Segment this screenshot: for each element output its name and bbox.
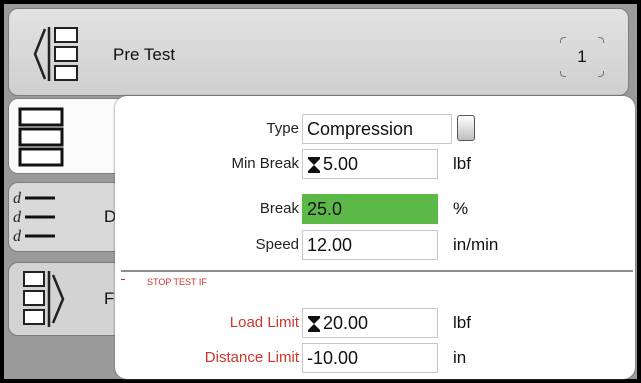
min-break-input[interactable]: 5.00 — [302, 149, 438, 179]
min-break-row: Min Break 5.00 lbf — [115, 149, 635, 179]
speed-label: Speed — [255, 236, 299, 253]
test-settings-panel: Type Compression Min Break 5.00 lbf Brea… — [115, 96, 635, 379]
type-select[interactable]: Compression — [302, 114, 452, 144]
section-dash — [121, 279, 125, 280]
svg-text:d: d — [13, 209, 22, 226]
type-dropdown-button[interactable] — [457, 115, 475, 141]
distance-limit-row: Distance Limit -10.00 in — [115, 343, 635, 373]
load-limit-row: Load Limit 20.00 lbf — [115, 308, 635, 338]
load-limit-unit: lbf — [453, 313, 471, 332]
type-row: Type Compression — [115, 114, 635, 144]
spinner-icon — [308, 316, 320, 333]
speed-input[interactable]: 12.00 — [302, 230, 438, 260]
page-number: 1 — [577, 47, 587, 66]
forward-list-icon — [23, 271, 65, 327]
back-list-icon[interactable] — [31, 23, 91, 85]
stop-test-if-heading: STOP TEST IF — [147, 277, 207, 287]
break-label: Break — [259, 200, 299, 217]
break-unit: % — [453, 199, 469, 218]
list-item-label: F — [104, 289, 115, 308]
min-break-label: Min Break — [231, 155, 299, 172]
svg-text:d: d — [13, 190, 22, 207]
type-label: Type — [266, 120, 299, 137]
min-break-unit: lbf — [453, 154, 471, 173]
data-list-icon: d d d — [13, 190, 55, 245]
distance-limit-label: Distance Limit — [204, 349, 299, 366]
distance-limit-unit: in — [453, 348, 467, 367]
speed-row: Speed 12.00 in/min — [115, 230, 635, 260]
list-icon — [18, 107, 64, 167]
spinner-icon — [308, 157, 320, 174]
distance-limit-input[interactable]: -10.00 — [302, 343, 438, 373]
section-divider — [121, 270, 633, 272]
svg-text:d: d — [13, 228, 22, 245]
load-limit-input[interactable]: 20.00 — [302, 308, 438, 338]
page-title: Pre Test — [113, 45, 176, 64]
break-row: Break 25.0 % — [115, 194, 635, 224]
header-bar: Pre Test 1 — [8, 8, 629, 96]
speed-unit: in/min — [453, 235, 499, 254]
break-input[interactable]: 25.0 — [302, 194, 438, 224]
load-limit-label: Load Limit — [229, 314, 299, 331]
page-number-indicator[interactable]: 1 — [560, 37, 604, 77]
